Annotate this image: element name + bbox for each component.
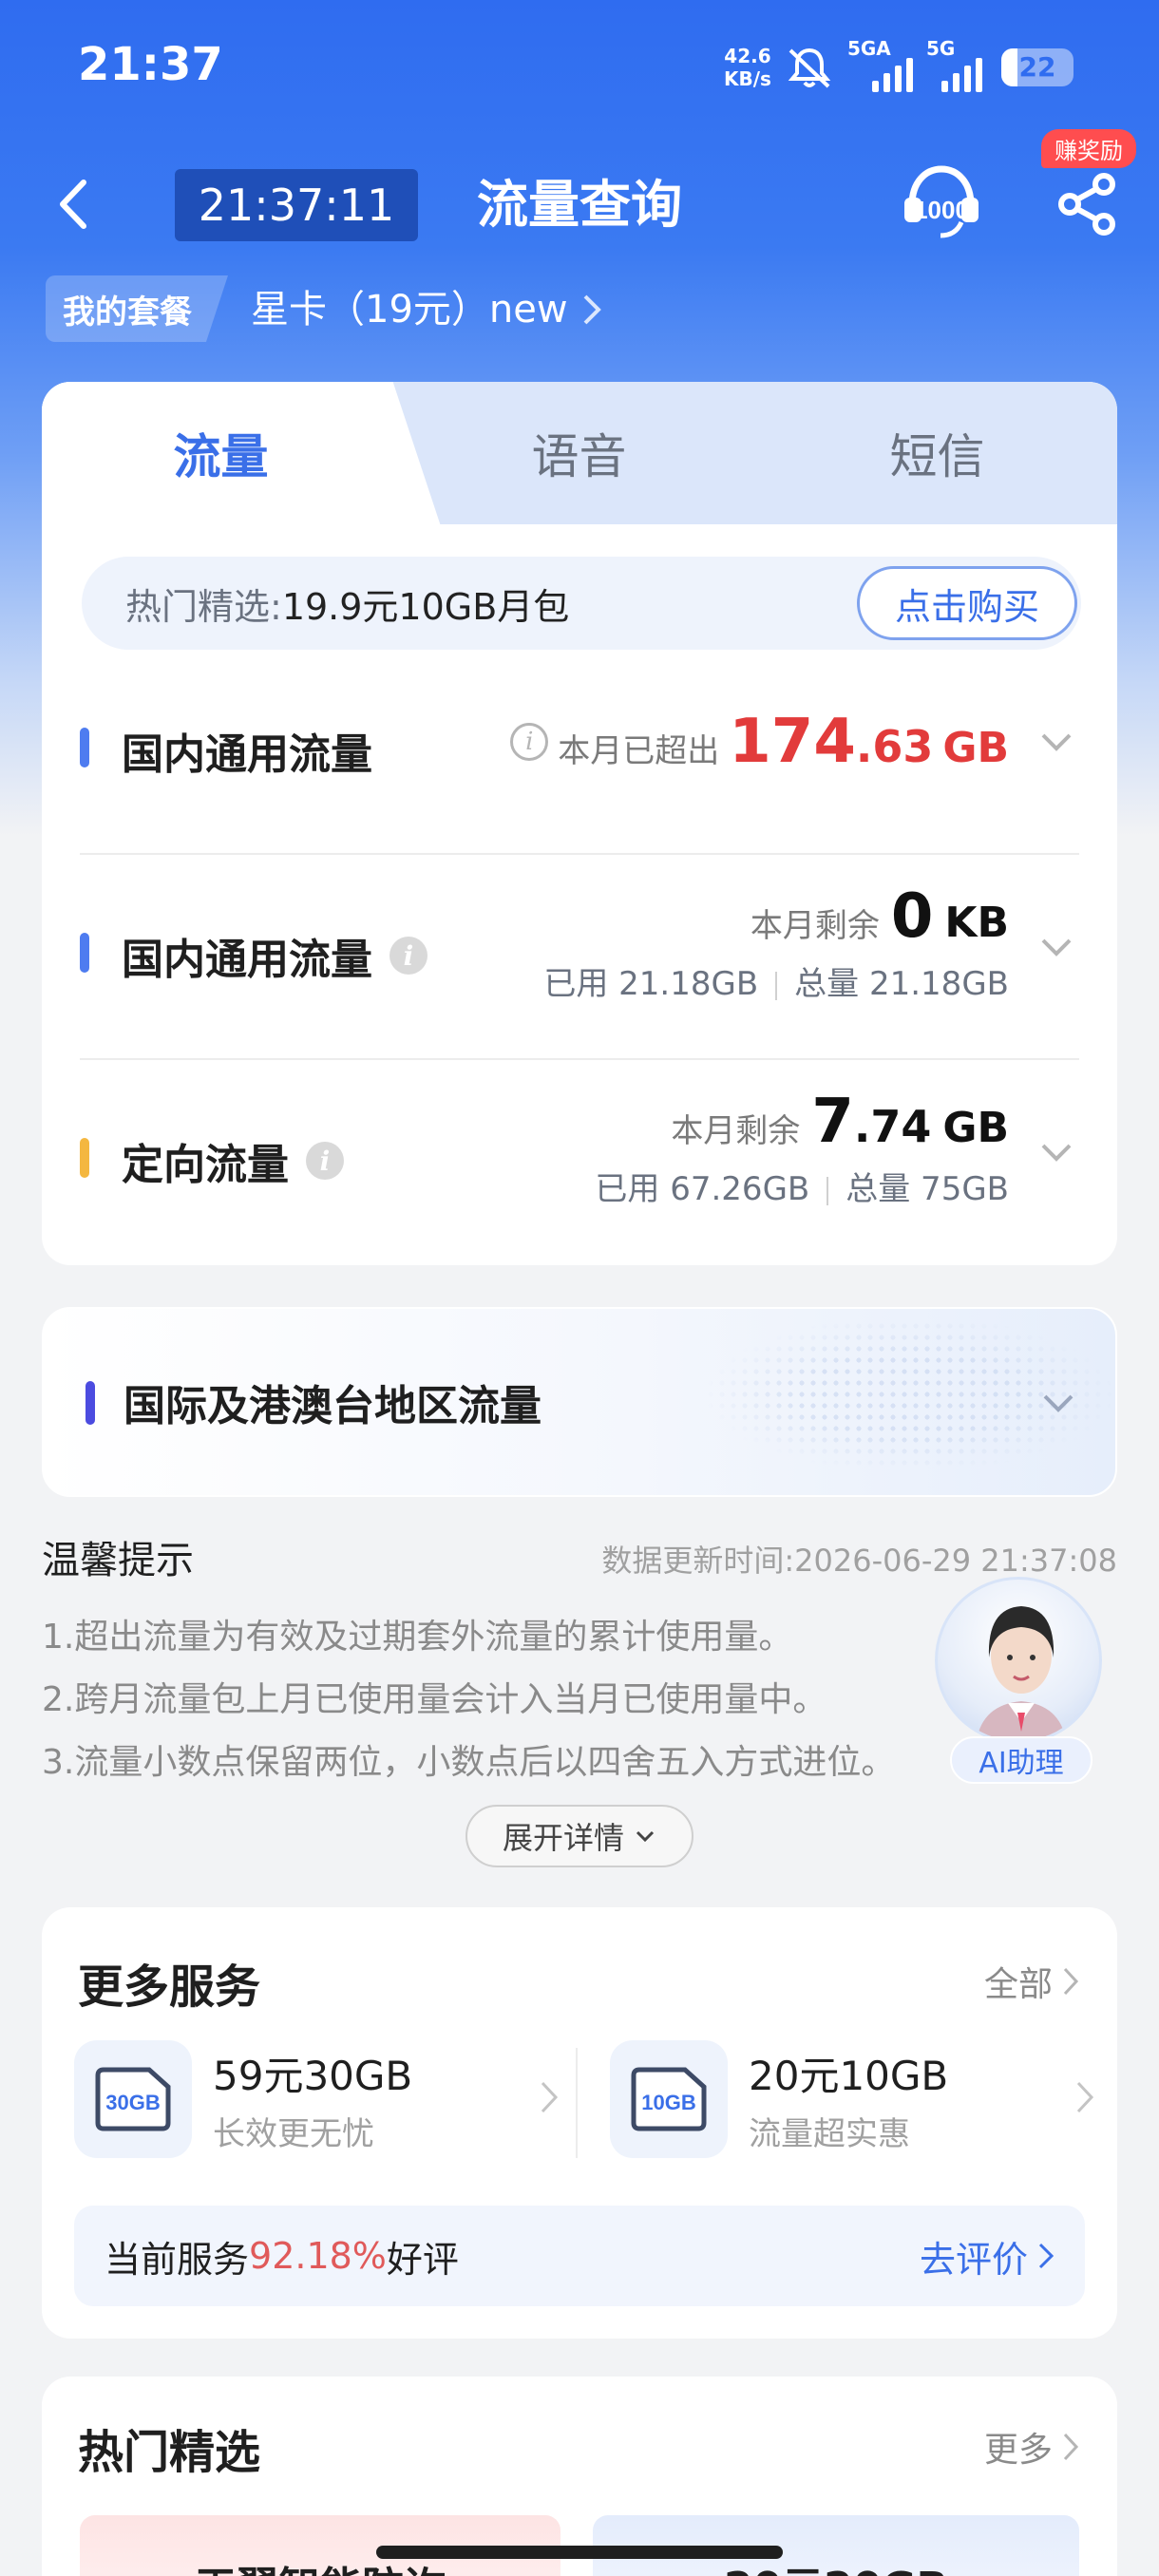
value-unit: GB xyxy=(942,1104,1009,1152)
chevron-right-icon xyxy=(541,2081,559,2113)
sim-card-icon: 10GB xyxy=(610,2040,728,2158)
row-title: 国内通用流量 xyxy=(122,936,372,984)
chevron-down-icon[interactable] xyxy=(1037,724,1075,762)
home-indicator[interactable] xyxy=(376,2546,783,2559)
row-title: 国内通用流量 xyxy=(122,730,372,779)
tip-line: 2.跨月流量包上月已使用量会计入当月已使用量中。 xyxy=(42,1680,827,1719)
status-label: 本月剩余 xyxy=(671,1112,801,1150)
sim2-signal: 5G xyxy=(926,37,982,92)
page-title: 流量查询 xyxy=(477,175,682,235)
intl-title: 国际及港澳台地区流量 xyxy=(124,1382,542,1430)
chevron-right-icon xyxy=(583,294,601,325)
value-unit: KB xyxy=(944,899,1009,947)
sim1-signal: 5GA xyxy=(847,37,913,92)
usage-row-domestic[interactable]: 国内通用流量 i 本月剩余 0 KB 已用 21.18GB 总量 21.18GB xyxy=(80,866,1079,1056)
chevron-down-icon[interactable] xyxy=(1037,929,1075,967)
value-int: 7 xyxy=(811,1087,854,1157)
value-int: 0 xyxy=(890,881,934,952)
service-rating-bar: 当前服务 92.18% 好评 去评价 xyxy=(74,2206,1085,2306)
tab-voice[interactable]: 语音 xyxy=(400,382,758,524)
section-title: 热门精选 xyxy=(78,2426,261,2479)
value-unit: GB xyxy=(942,724,1009,772)
section-title: 更多服务 xyxy=(78,1960,261,2014)
ai-assistant-avatar[interactable] xyxy=(935,1577,1102,1744)
chevron-down-icon[interactable] xyxy=(1039,1385,1077,1423)
bell-muted-icon xyxy=(788,47,831,88)
rate-link[interactable]: 去评价 xyxy=(920,2206,1054,2306)
usage-card: 流量 语音 短信 热门精选: 19.9元10GB月包 点击购买 国内通用流量 i… xyxy=(42,382,1117,1265)
info-icon[interactable]: i xyxy=(390,937,428,975)
share-icon[interactable] xyxy=(1054,171,1121,237)
chevron-down-icon[interactable] xyxy=(1037,1134,1075,1172)
more-services-card: 更多服务 全部 30GB 59元30GB 长效更无忧 10GB 20元10GB … xyxy=(42,1907,1117,2339)
package-name-link[interactable]: 星卡（19元）new xyxy=(251,279,602,340)
promo-banner[interactable]: 热门精选: 19.9元10GB月包 点击购买 xyxy=(82,557,1081,650)
chevron-right-icon xyxy=(1063,2433,1079,2461)
used-value: 已用 67.26GB xyxy=(595,1170,810,1208)
info-icon[interactable]: i xyxy=(306,1142,344,1180)
back-icon[interactable] xyxy=(49,171,97,237)
status-label: 本月剩余 xyxy=(750,907,880,945)
tab-sms[interactable]: 短信 xyxy=(758,382,1116,524)
all-services-link[interactable]: 全部 xyxy=(984,1957,1079,2006)
assistant-portrait-icon xyxy=(976,1606,1067,1741)
svg-text:1000: 1000 xyxy=(914,196,969,224)
value-dec: .63 xyxy=(855,721,934,772)
total-value: 总量 75GB xyxy=(846,1170,1009,1208)
usage-row-directed[interactable]: 定向流量 i 本月剩余 7.74 GB 已用 67.26GB 总量 75GB xyxy=(80,1071,1079,1261)
service-name: 20元10GB xyxy=(749,2053,949,2099)
chevron-right-icon xyxy=(1038,2243,1054,2269)
international-data-card[interactable]: 国际及港澳台地区流量 xyxy=(42,1307,1117,1497)
buy-button[interactable]: 点击购买 xyxy=(857,566,1077,640)
rating-percent: 92.18% xyxy=(249,2235,387,2277)
more-link[interactable]: 更多 xyxy=(984,2422,1079,2472)
my-package-tag: 我的套餐 xyxy=(46,275,228,342)
value-int: 174 xyxy=(729,707,856,777)
update-time: 数据更新时间:2026-06-29 21:37:08 xyxy=(601,1543,1117,1579)
sim-card-icon: 30GB xyxy=(74,2040,192,2158)
status-time: 21:37 xyxy=(78,38,223,91)
status-label: 本月已超出 xyxy=(558,732,720,770)
usage-row-domestic-exceeded[interactable]: 国内通用流量 i 本月已超出 174.63 GB xyxy=(80,686,1079,828)
service-name: 59元30GB xyxy=(213,2053,413,2099)
battery-icon: 22 xyxy=(1000,48,1074,86)
info-icon[interactable]: i xyxy=(510,723,549,761)
customer-service-icon[interactable]: 1000 xyxy=(899,160,984,245)
net-speed: 42.6 KB/s xyxy=(724,45,771,90)
package-name: 星卡（19元）new xyxy=(251,288,568,331)
service-item[interactable]: 30GB 59元30GB 长效更无忧 xyxy=(74,2040,568,2158)
reward-badge[interactable]: 赚奖励 xyxy=(1041,129,1136,168)
promo-label: 热门精选: xyxy=(125,585,282,628)
chevron-right-icon xyxy=(1063,1967,1079,1996)
service-desc: 流量超实惠 xyxy=(749,2115,910,2153)
service-item[interactable]: 10GB 20元10GB 流量超实惠 xyxy=(610,2040,1104,2158)
expand-details-button[interactable]: 展开详情 xyxy=(466,1805,694,1867)
tab-data[interactable]: 流量 xyxy=(42,382,400,524)
svg-text:10GB: 10GB xyxy=(641,2091,695,2114)
chevron-down-icon xyxy=(636,1830,655,1843)
ai-assistant-label[interactable]: AI助理 xyxy=(950,1736,1092,1784)
chevron-right-icon xyxy=(1076,2081,1094,2113)
tip-line: 1.超出流量为有效及过期套外流量的累计使用量。 xyxy=(42,1618,793,1657)
status-icons: 42.6 KB/s 5GA 5G 22 xyxy=(724,34,1074,101)
service-desc: 长效更无忧 xyxy=(213,2115,374,2153)
svg-text:30GB: 30GB xyxy=(105,2091,160,2114)
promo-text: 19.9元10GB月包 xyxy=(281,585,570,628)
clock-display: 21:37:11 xyxy=(175,169,418,241)
usage-tabs: 流量 语音 短信 xyxy=(42,382,1117,526)
tip-line: 3.流量小数点保留两位，小数点后以四舍五入方式进位。 xyxy=(42,1743,896,1782)
value-dec: .74 xyxy=(853,1101,932,1152)
tips-title: 温馨提示 xyxy=(42,1539,194,1582)
used-value: 已用 21.18GB xyxy=(543,965,759,1003)
total-value: 总量 21.18GB xyxy=(794,965,1009,1003)
row-title: 定向流量 xyxy=(122,1141,289,1189)
